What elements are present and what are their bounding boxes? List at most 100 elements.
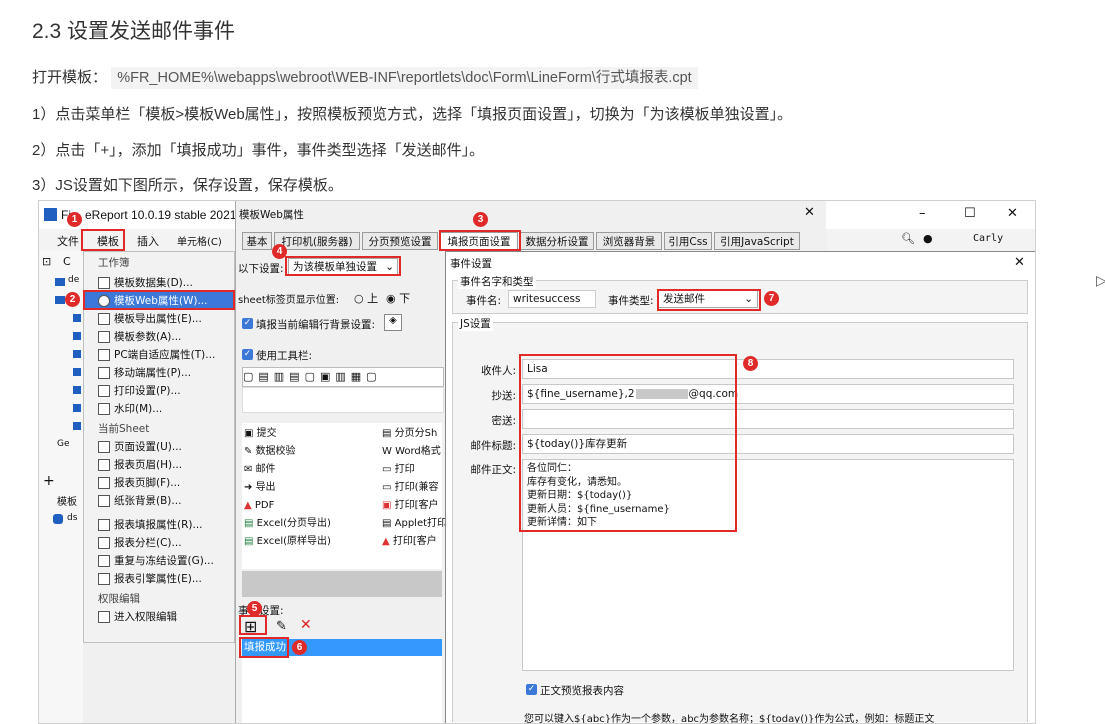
menu-item-label: 重复与冻结设置(G)... — [114, 555, 214, 567]
menu-item-permission-edit[interactable]: 进入权限编辑 — [84, 608, 248, 626]
event-dialog-close-button[interactable]: ✕ — [1014, 255, 1025, 270]
folder-icon — [73, 314, 81, 322]
minimize-button[interactable]: – — [919, 206, 926, 221]
btn-word[interactable]: W Word格式 — [382, 443, 441, 460]
user-name[interactable]: Carly — [973, 233, 1003, 244]
delete-icon[interactable]: ✕ — [300, 617, 312, 633]
btn-page-sheet[interactable]: ▤ 分页分Sh — [382, 425, 437, 442]
image-icon — [98, 495, 110, 507]
menu-insert[interactable]: 插入 — [137, 233, 159, 249]
menu-item-label: 进入权限编辑 — [114, 611, 177, 623]
edit-icon[interactable]: ✎ — [276, 619, 287, 634]
menu-item-label: 报表引擎属性(E)... — [114, 573, 202, 585]
mobile-icon — [98, 367, 110, 379]
btn-submit[interactable]: ▣ 提交 — [244, 425, 277, 442]
menu-item-watermark[interactable]: 水印(M)... — [84, 400, 248, 418]
menu-item-fill-properties[interactable]: 报表填报属性(R)... — [84, 516, 248, 534]
header-icon — [98, 459, 110, 471]
tree-item-de[interactable]: de — [68, 275, 79, 285]
btn-print-compat[interactable]: ▭ 打印(兼容 — [382, 479, 439, 496]
resize-icon — [98, 349, 110, 361]
database-icon — [53, 514, 63, 524]
menu-section-sheet: 当前Sheet — [98, 423, 150, 435]
search-icon[interactable]: 🔍︎ — [901, 232, 915, 245]
step-3: 3）JS设置如下图所示，保存设置，保存模板。 — [32, 177, 343, 194]
maximize-button[interactable]: ☐ — [964, 206, 976, 221]
toolbar-preview: ▢▤▥▤▢▣▥▦▢ — [242, 367, 444, 387]
badge-2: 2 — [65, 292, 80, 307]
highlight-menu-template — [81, 229, 125, 251]
btn-label: 打印[客户 — [394, 500, 439, 511]
folder-icon — [55, 278, 65, 286]
folder-icon — [73, 422, 81, 430]
btn-print-client-2[interactable]: ▲ 打印[客户 — [382, 533, 437, 550]
bell-icon[interactable]: ● — [923, 232, 933, 245]
menu-item-engine[interactable]: 报表引擎属性(E)... — [84, 570, 248, 588]
btn-excel-original[interactable]: ▤ Excel(原样导出) — [244, 533, 331, 550]
menu-item-label: 纸张背景(B)... — [114, 495, 182, 507]
menu-item-label: 模板参数(A)... — [114, 331, 182, 343]
step-2: 2）点击「+」，添加「填报成功」事件，事件类型选择「发送邮件」。 — [32, 142, 485, 159]
tab-data-analysis[interactable]: 数据分析设置 — [520, 232, 594, 250]
menu-item-mobile[interactable]: 移动端属性(P)... — [84, 364, 248, 382]
watermark-icon — [98, 403, 110, 415]
tab-basic[interactable]: 基本 — [242, 232, 272, 250]
tab-css[interactable]: 引用Css — [664, 232, 712, 250]
tab-browser-bg[interactable]: 浏览器背景 — [596, 232, 662, 250]
event-dialog-title: 事件设置 — [450, 258, 492, 270]
setting-label: 以下设置: — [238, 263, 284, 275]
parameter-icon — [98, 331, 110, 343]
radio-down[interactable]: ◉ 下 — [386, 290, 410, 306]
preview-checkbox[interactable]: ✓ — [526, 684, 537, 695]
menu-item-label: PC端自适应属性(T)... — [114, 349, 216, 361]
dialog-close-button[interactable]: ✕ — [804, 205, 815, 220]
btn-label: Excel(原样导出) — [256, 536, 331, 547]
folder-icon — [73, 350, 81, 358]
menu-cell[interactable]: 单元格(C) — [177, 233, 222, 248]
button-list-scroll[interactable] — [242, 571, 442, 597]
event-type-label: 事件类型: — [608, 295, 654, 307]
menu-item-header[interactable]: 报表页眉(H)... — [84, 456, 248, 474]
btn-export[interactable]: ➜ 导出 — [244, 479, 276, 496]
menu-item-footer[interactable]: 报表页脚(F)... — [84, 474, 248, 492]
close-window-button[interactable]: ✕ — [1007, 206, 1018, 221]
tab-javascript[interactable]: 引用JavaScript — [714, 232, 800, 250]
tree-item-ge[interactable]: Ge — [57, 439, 70, 449]
btn-applet-print[interactable]: ▤ Applet打印 — [382, 515, 447, 532]
btn-validate[interactable]: ✎ 数据校验 — [244, 443, 296, 460]
event-name-input[interactable]: writesuccess — [508, 290, 596, 308]
menu-file[interactable]: 文件 — [57, 233, 79, 249]
btn-excel-page[interactable]: ▤ Excel(分页导出) — [244, 515, 331, 532]
btn-label: Word格式 — [395, 446, 441, 457]
refresh-icon[interactable]: C — [63, 255, 71, 268]
menu-item-export-properties[interactable]: 模板导出属性(E)... — [84, 310, 248, 328]
highlight-js-fields — [519, 354, 737, 532]
menu-item-freeze[interactable]: 重复与冻结设置(G)... — [84, 552, 248, 570]
menu-item-parameters[interactable]: 模板参数(A)... — [84, 328, 248, 346]
footer-icon — [98, 477, 110, 489]
bcc-label: 密送: — [491, 415, 516, 427]
menu-item-paper-background[interactable]: 纸张背景(B)... — [84, 492, 248, 510]
btn-print[interactable]: ▭ 打印 — [382, 461, 415, 478]
tab-printer[interactable]: 打印机(服务器) — [274, 232, 360, 250]
badge-7: 7 — [764, 291, 779, 306]
add-icon[interactable]: + — [43, 473, 55, 489]
menu-item-page-setup[interactable]: 页面设置(U)... — [84, 438, 248, 456]
bg-checkbox[interactable]: ✓ — [242, 318, 253, 329]
btn-label: 导出 — [255, 482, 276, 493]
btn-print-client[interactable]: ▣ 打印[客户 — [382, 497, 439, 514]
radio-up[interactable]: ○ 上 — [354, 290, 378, 306]
excel-icon: ▤ — [244, 536, 254, 547]
badge-4: 4 — [272, 244, 287, 259]
menu-item-pc-adaptive[interactable]: PC端自适应属性(T)... — [84, 346, 248, 364]
paint-bucket-icon[interactable]: ◈ — [384, 314, 402, 331]
btn-pdf[interactable]: ▲ PDF — [244, 497, 274, 514]
tab-page-preview[interactable]: 分页预览设置 — [362, 232, 438, 250]
toolbar-checkbox[interactable]: ✓ — [242, 349, 253, 360]
grid-icon — [98, 611, 110, 623]
new-file-icon[interactable]: ⊡ — [42, 255, 51, 268]
btn-email[interactable]: ✉ 邮件 — [244, 461, 276, 478]
menu-item-print-settings[interactable]: 打印设置(P)... — [84, 382, 248, 400]
template-label: 模板 — [57, 497, 77, 508]
menu-item-columns[interactable]: 报表分栏(C)... — [84, 534, 248, 552]
